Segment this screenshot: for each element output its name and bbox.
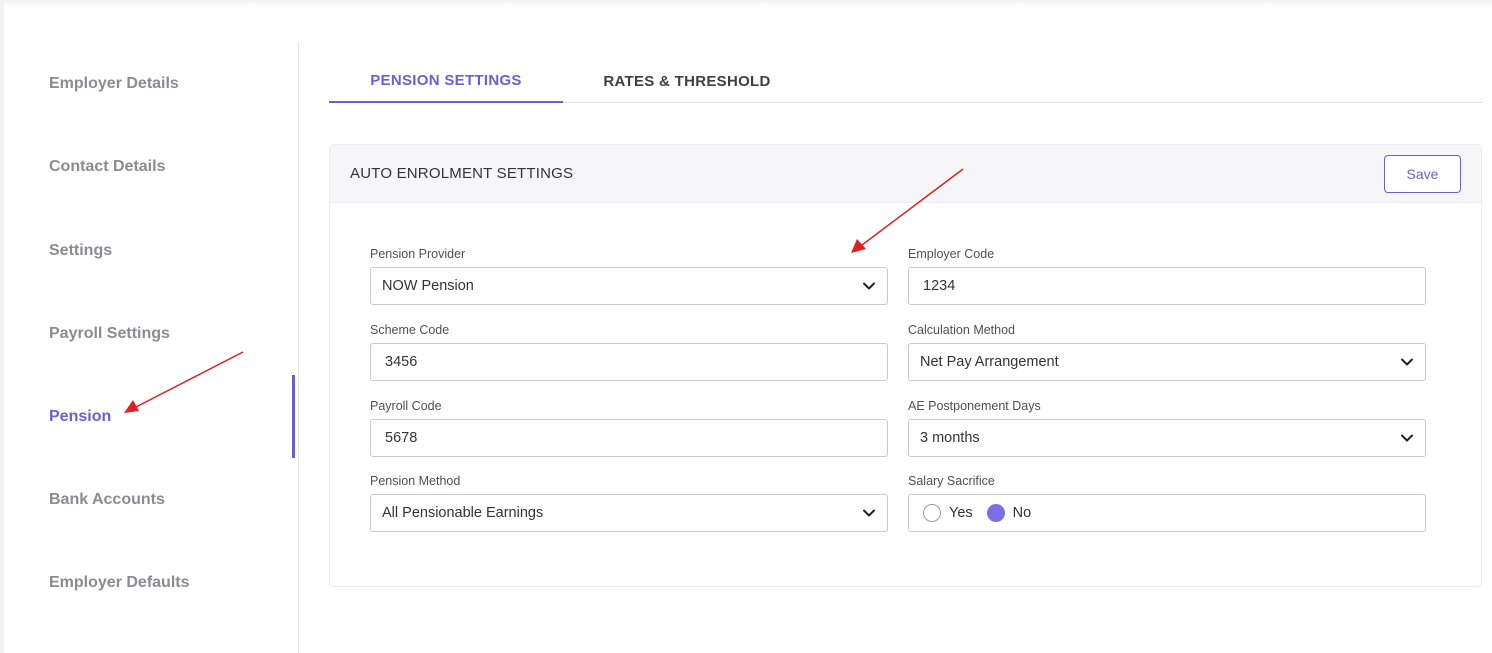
pension-provider-label: Pension Provider — [370, 247, 466, 261]
employer-code-input[interactable] — [920, 278, 1400, 294]
page: Employer Details Contact Details Setting… — [0, 0, 1492, 653]
sidebar-item-label: Pension — [49, 407, 112, 425]
calculation-method-value: Net Pay Arrangement — [920, 354, 1059, 370]
employer-code-field[interactable] — [908, 267, 1426, 305]
sidebar-item-label: Employer Details — [49, 74, 179, 92]
ae-postponement-value: 3 months — [920, 430, 980, 446]
ae-postponement-select[interactable]: 3 months — [908, 419, 1426, 457]
sidebar-active-indicator — [292, 375, 295, 458]
payroll-code-label: Payroll Code — [370, 399, 442, 413]
chevron-down-icon — [863, 282, 875, 290]
radio-yes-label: Yes — [949, 505, 973, 521]
radio-yes[interactable] — [923, 504, 941, 522]
payroll-code-input[interactable] — [382, 430, 862, 446]
employer-code-label: Employer Code — [908, 247, 995, 261]
card-header: AUTO ENROLMENT SETTINGS Save — [330, 145, 1481, 203]
tab-pension-settings[interactable]: PENSION SETTINGS — [329, 60, 563, 103]
chevron-down-icon — [1401, 434, 1413, 442]
save-button[interactable]: Save — [1384, 155, 1461, 193]
pension-provider-select[interactable]: NOW Pension — [370, 267, 888, 305]
sidebar-item-employer-details[interactable]: Employer Details — [49, 42, 299, 125]
chevron-down-icon — [1401, 358, 1413, 366]
card-title: AUTO ENROLMENT SETTINGS — [350, 165, 574, 182]
pension-method-value: All Pensionable Earnings — [382, 505, 544, 521]
sidebar-nav: Employer Details Contact Details Setting… — [4, 42, 299, 653]
tab-bar: PENSION SETTINGS RATES & THRESHOLD — [329, 60, 1482, 103]
sidebar-item-contact-details[interactable]: Contact Details — [49, 125, 299, 208]
tab-rates-threshold[interactable]: RATES & THRESHOLD — [581, 60, 793, 103]
sidebar-item-employer-defaults[interactable]: Employer Defaults — [49, 541, 299, 624]
pension-provider-value: NOW Pension — [382, 278, 474, 294]
scheme-code-input[interactable] — [382, 354, 862, 370]
pension-method-label: Pension Method — [370, 474, 461, 488]
salary-sacrifice-group: Yes No — [908, 494, 1426, 532]
pension-method-select[interactable]: All Pensionable Earnings — [370, 494, 888, 532]
salary-sacrifice-label: Salary Sacrifice — [908, 474, 995, 488]
scheme-code-field[interactable] — [370, 343, 888, 381]
sidebar-item-label: Payroll Settings — [49, 324, 170, 342]
calculation-method-select[interactable]: Net Pay Arrangement — [908, 343, 1426, 381]
chevron-down-icon — [863, 509, 875, 517]
top-shadow — [0, 0, 1492, 6]
auto-enrolment-card: AUTO ENROLMENT SETTINGS Save Pension Pro… — [329, 144, 1482, 587]
sidebar-item-label: Employer Defaults — [49, 573, 190, 591]
sidebar-item-label: Settings — [49, 241, 113, 259]
sidebar-item-pension[interactable]: Pension — [49, 375, 299, 458]
calculation-method-label: Calculation Method — [908, 323, 1016, 337]
sidebar-item-label: Contact Details — [49, 157, 166, 175]
scheme-code-label: Scheme Code — [370, 323, 450, 337]
sidebar-item-settings[interactable]: Settings — [49, 209, 299, 292]
sidebar-item-bank-accounts[interactable]: Bank Accounts — [49, 458, 299, 541]
salary-sacrifice-no-option[interactable]: No — [986, 504, 1032, 522]
ae-postponement-label: AE Postponement Days — [908, 399, 1041, 413]
radio-no-selected[interactable] — [986, 504, 1005, 522]
salary-sacrifice-yes-option[interactable]: Yes — [923, 504, 973, 522]
sidebar-item-payroll-settings[interactable]: Payroll Settings — [49, 292, 299, 375]
radio-no-label: No — [1012, 505, 1032, 521]
payroll-code-field[interactable] — [370, 419, 888, 457]
sidebar-item-label: Bank Accounts — [49, 490, 165, 508]
